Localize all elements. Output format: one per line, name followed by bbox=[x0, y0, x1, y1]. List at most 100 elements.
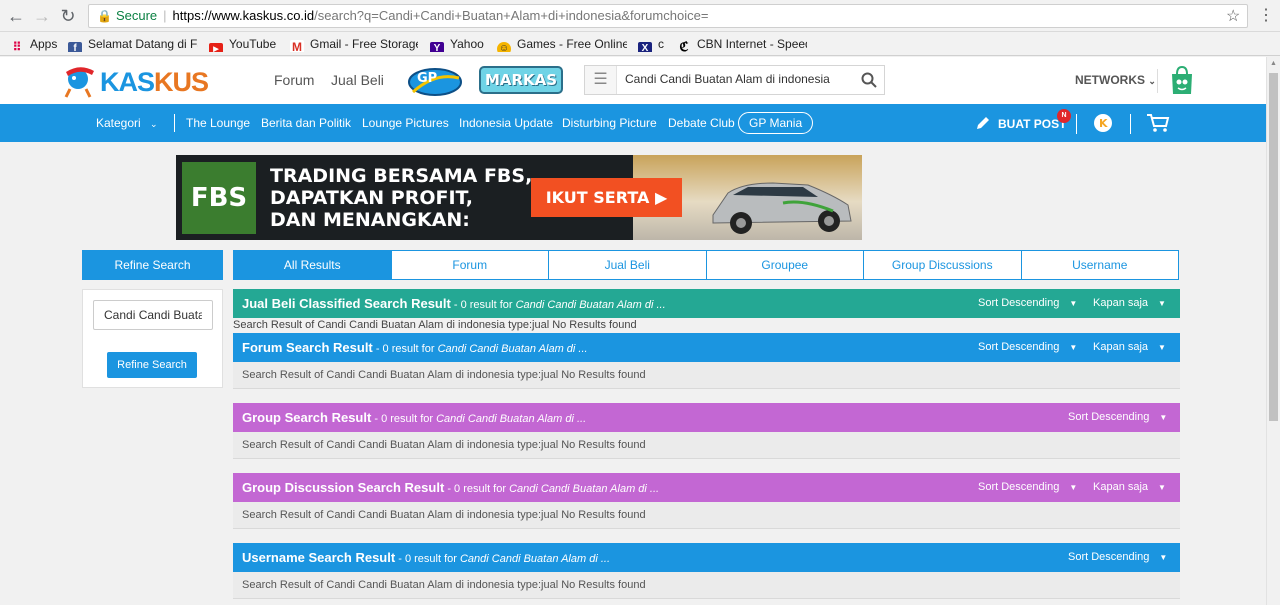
bookmark-youtube[interactable]: ▶ YouTube bbox=[209, 36, 276, 52]
nav-berita-politik[interactable]: Berita dan Politik bbox=[261, 116, 351, 130]
nav-lounge-pictures[interactable]: Lounge Pictures bbox=[362, 116, 449, 130]
caret-down-icon: ▼ bbox=[1069, 483, 1078, 492]
time-dropdown[interactable]: Kapan saja ▼ bbox=[1093, 473, 1166, 502]
cart-icon[interactable] bbox=[1146, 113, 1170, 133]
svg-text:K: K bbox=[1099, 117, 1108, 130]
tab-all-results[interactable]: All Results bbox=[233, 250, 392, 280]
banner-line-2: DAPATKAN PROFIT, bbox=[270, 187, 474, 209]
refine-search-button[interactable]: Refine Search bbox=[107, 352, 197, 378]
forward-icon[interactable]: → bbox=[32, 6, 52, 26]
chat-icon[interactable]: K bbox=[1093, 113, 1113, 133]
sort-dropdown[interactable]: Sort Descending ▼ bbox=[1068, 543, 1167, 572]
youtube-icon: ▶ bbox=[209, 43, 223, 52]
tab-forum[interactable]: Forum bbox=[391, 250, 549, 280]
games-icon: ☺ bbox=[497, 42, 511, 52]
networks-dropdown[interactable]: NETWORKS ⌄ bbox=[1075, 73, 1156, 87]
tab-jual-beli[interactable]: Jual Beli bbox=[549, 250, 707, 280]
nav-the-lounge[interactable]: The Lounge bbox=[186, 116, 250, 130]
bookmark-games[interactable]: ☺ Games - Free Online bbox=[497, 36, 627, 52]
tab-groupee[interactable]: Groupee bbox=[706, 250, 864, 280]
address-bar[interactable]: 🔒 Secure | https://www.kaskus.co.id/search?… bbox=[88, 4, 1248, 28]
caret-down-icon: ▼ bbox=[1158, 299, 1166, 308]
jual-beli-link[interactable]: Jual Beli bbox=[331, 72, 384, 88]
query-text: Candi Candi Buatan Alam di ... bbox=[459, 553, 610, 565]
header-divider bbox=[1157, 69, 1158, 93]
hamburger-icon[interactable]: ☰ bbox=[585, 66, 617, 94]
fbs-banner-ad[interactable]: FBS TRADING BERSAMA FBS, DAPATKAN PROFIT… bbox=[176, 155, 862, 240]
bookmark-label: Selamat Datang di Fa bbox=[88, 37, 198, 51]
back-icon[interactable]: ← bbox=[6, 6, 26, 26]
jual-beli-result-header: Jual Beli Classified Search Result - 0 r… bbox=[233, 289, 1180, 318]
bookmark-label: Apps bbox=[30, 37, 58, 51]
gp-mania-logo-icon: GP bbox=[408, 68, 462, 96]
bookmark-x[interactable]: Xc bbox=[638, 36, 664, 52]
time-dropdown[interactable]: Kapan saja ▼ bbox=[1093, 289, 1166, 318]
kategori-dropdown[interactable]: Kategori ⌄ bbox=[96, 116, 158, 130]
bookmark-facebook[interactable]: f Selamat Datang di Fa bbox=[68, 36, 198, 52]
nav-gp-mania[interactable]: GP Mania bbox=[738, 112, 814, 134]
chevron-down-icon: ⌄ bbox=[1148, 76, 1156, 86]
bookmark-apps[interactable]: ⠿ Apps bbox=[10, 36, 58, 52]
sort-label: Sort Descending bbox=[978, 297, 1060, 309]
nav-divider bbox=[1130, 114, 1131, 134]
bookmark-gmail[interactable]: M Gmail - Free Storage bbox=[290, 36, 418, 52]
bookmark-label: Games - Free Online bbox=[517, 37, 627, 51]
sort-label: Sort Descending bbox=[978, 341, 1060, 353]
logo-text: KASKUS bbox=[100, 67, 209, 97]
query-text: Candi Candi Buatan Alam di ... bbox=[437, 343, 588, 355]
query-text: Candi Candi Buatan Alam di ... bbox=[509, 483, 660, 495]
query-text: Candi Candi Buatan Alam di ... bbox=[436, 413, 587, 425]
secure-label: Secure bbox=[115, 8, 158, 23]
caret-down-icon: ▼ bbox=[1159, 553, 1168, 562]
ikut-serta-button[interactable]: IKUT SERTA ▶ bbox=[531, 178, 682, 217]
result-count: - 0 result for bbox=[444, 483, 510, 495]
reload-icon[interactable]: ↻ bbox=[58, 6, 78, 26]
buat-post-label: BUAT POST bbox=[998, 117, 1067, 131]
forum-link[interactable]: Forum bbox=[274, 72, 314, 88]
shopping-bag-icon[interactable] bbox=[1168, 64, 1196, 96]
buat-post-button[interactable]: BUAT POST bbox=[974, 114, 1066, 134]
bookmark-label: c bbox=[658, 37, 664, 51]
site-header: KASKUS Forum Jual Beli GP MARKAS ☰ Candi… bbox=[0, 57, 1266, 104]
tab-group-discussions[interactable]: Group Discussions bbox=[864, 250, 1022, 280]
time-dropdown[interactable]: Kapan saja ▼ bbox=[1093, 333, 1166, 362]
page-scrollbar[interactable]: ▲ bbox=[1266, 57, 1280, 605]
sort-dropdown[interactable]: Sort Descending ▼ bbox=[978, 473, 1077, 502]
section-title-text: Group Discussion Search Result bbox=[242, 480, 445, 495]
gmail-icon: M bbox=[290, 40, 304, 52]
sort-dropdown[interactable]: Sort Descending ▼ bbox=[978, 289, 1077, 318]
sort-label: Sort Descending bbox=[978, 481, 1060, 493]
scroll-up-icon[interactable]: ▲ bbox=[1270, 60, 1277, 67]
nav-debate-club[interactable]: Debate Club bbox=[668, 116, 735, 130]
refine-search-input[interactable] bbox=[93, 300, 213, 330]
scrollbar-thumb[interactable] bbox=[1269, 73, 1278, 421]
nav-disturbing-picture[interactable]: Disturbing Picture bbox=[562, 116, 657, 130]
bookmark-yahoo[interactable]: Y Yahoo bbox=[430, 36, 484, 52]
bookmark-label: YouTube bbox=[229, 37, 277, 51]
site-search[interactable]: ☰ Candi Candi Buatan Alam di indonesia bbox=[584, 65, 885, 95]
kaskus-logo[interactable]: KASKUS bbox=[62, 63, 234, 99]
section-title-text: Username Search Result bbox=[242, 550, 396, 565]
sort-dropdown[interactable]: Sort Descending ▼ bbox=[1068, 403, 1167, 432]
result-count: - 0 result for bbox=[450, 299, 516, 311]
menu-kebab-icon[interactable]: ⋮ bbox=[1258, 5, 1274, 25]
markas-badge[interactable]: MARKAS bbox=[479, 66, 563, 94]
section-title: Group Search Result - 0 result for Candi… bbox=[242, 403, 586, 434]
refine-search-header: Refine Search bbox=[82, 250, 223, 280]
sort-dropdown[interactable]: Sort Descending ▼ bbox=[978, 333, 1077, 362]
caret-down-icon: ▼ bbox=[1158, 483, 1166, 492]
section-title-text: Forum Search Result bbox=[242, 340, 373, 355]
cbn-icon: ℭ bbox=[679, 39, 689, 53]
tab-username[interactable]: Username bbox=[1021, 250, 1179, 280]
bookmark-cbn[interactable]: ℭ CBN Internet - Speed bbox=[677, 36, 807, 52]
search-input[interactable]: Candi Candi Buatan Alam di indonesia bbox=[625, 72, 830, 86]
search-icon[interactable] bbox=[860, 71, 878, 89]
section-title: Username Search Result - 0 result for Ca… bbox=[242, 543, 610, 574]
group-discussion-result-header: Group Discussion Search Result - 0 resul… bbox=[233, 473, 1180, 502]
gp-mania-badge[interactable]: GP bbox=[405, 62, 463, 98]
section-title: Group Discussion Search Result - 0 resul… bbox=[242, 473, 659, 504]
username-result-header: Username Search Result - 0 result for Ca… bbox=[233, 543, 1180, 572]
bookmark-star-icon[interactable]: ☆ bbox=[1226, 6, 1240, 26]
nav-indonesia-update[interactable]: Indonesia Update bbox=[459, 116, 553, 130]
group-discussion-result-body: Search Result of Candi Candi Buatan Alam… bbox=[233, 502, 1180, 529]
